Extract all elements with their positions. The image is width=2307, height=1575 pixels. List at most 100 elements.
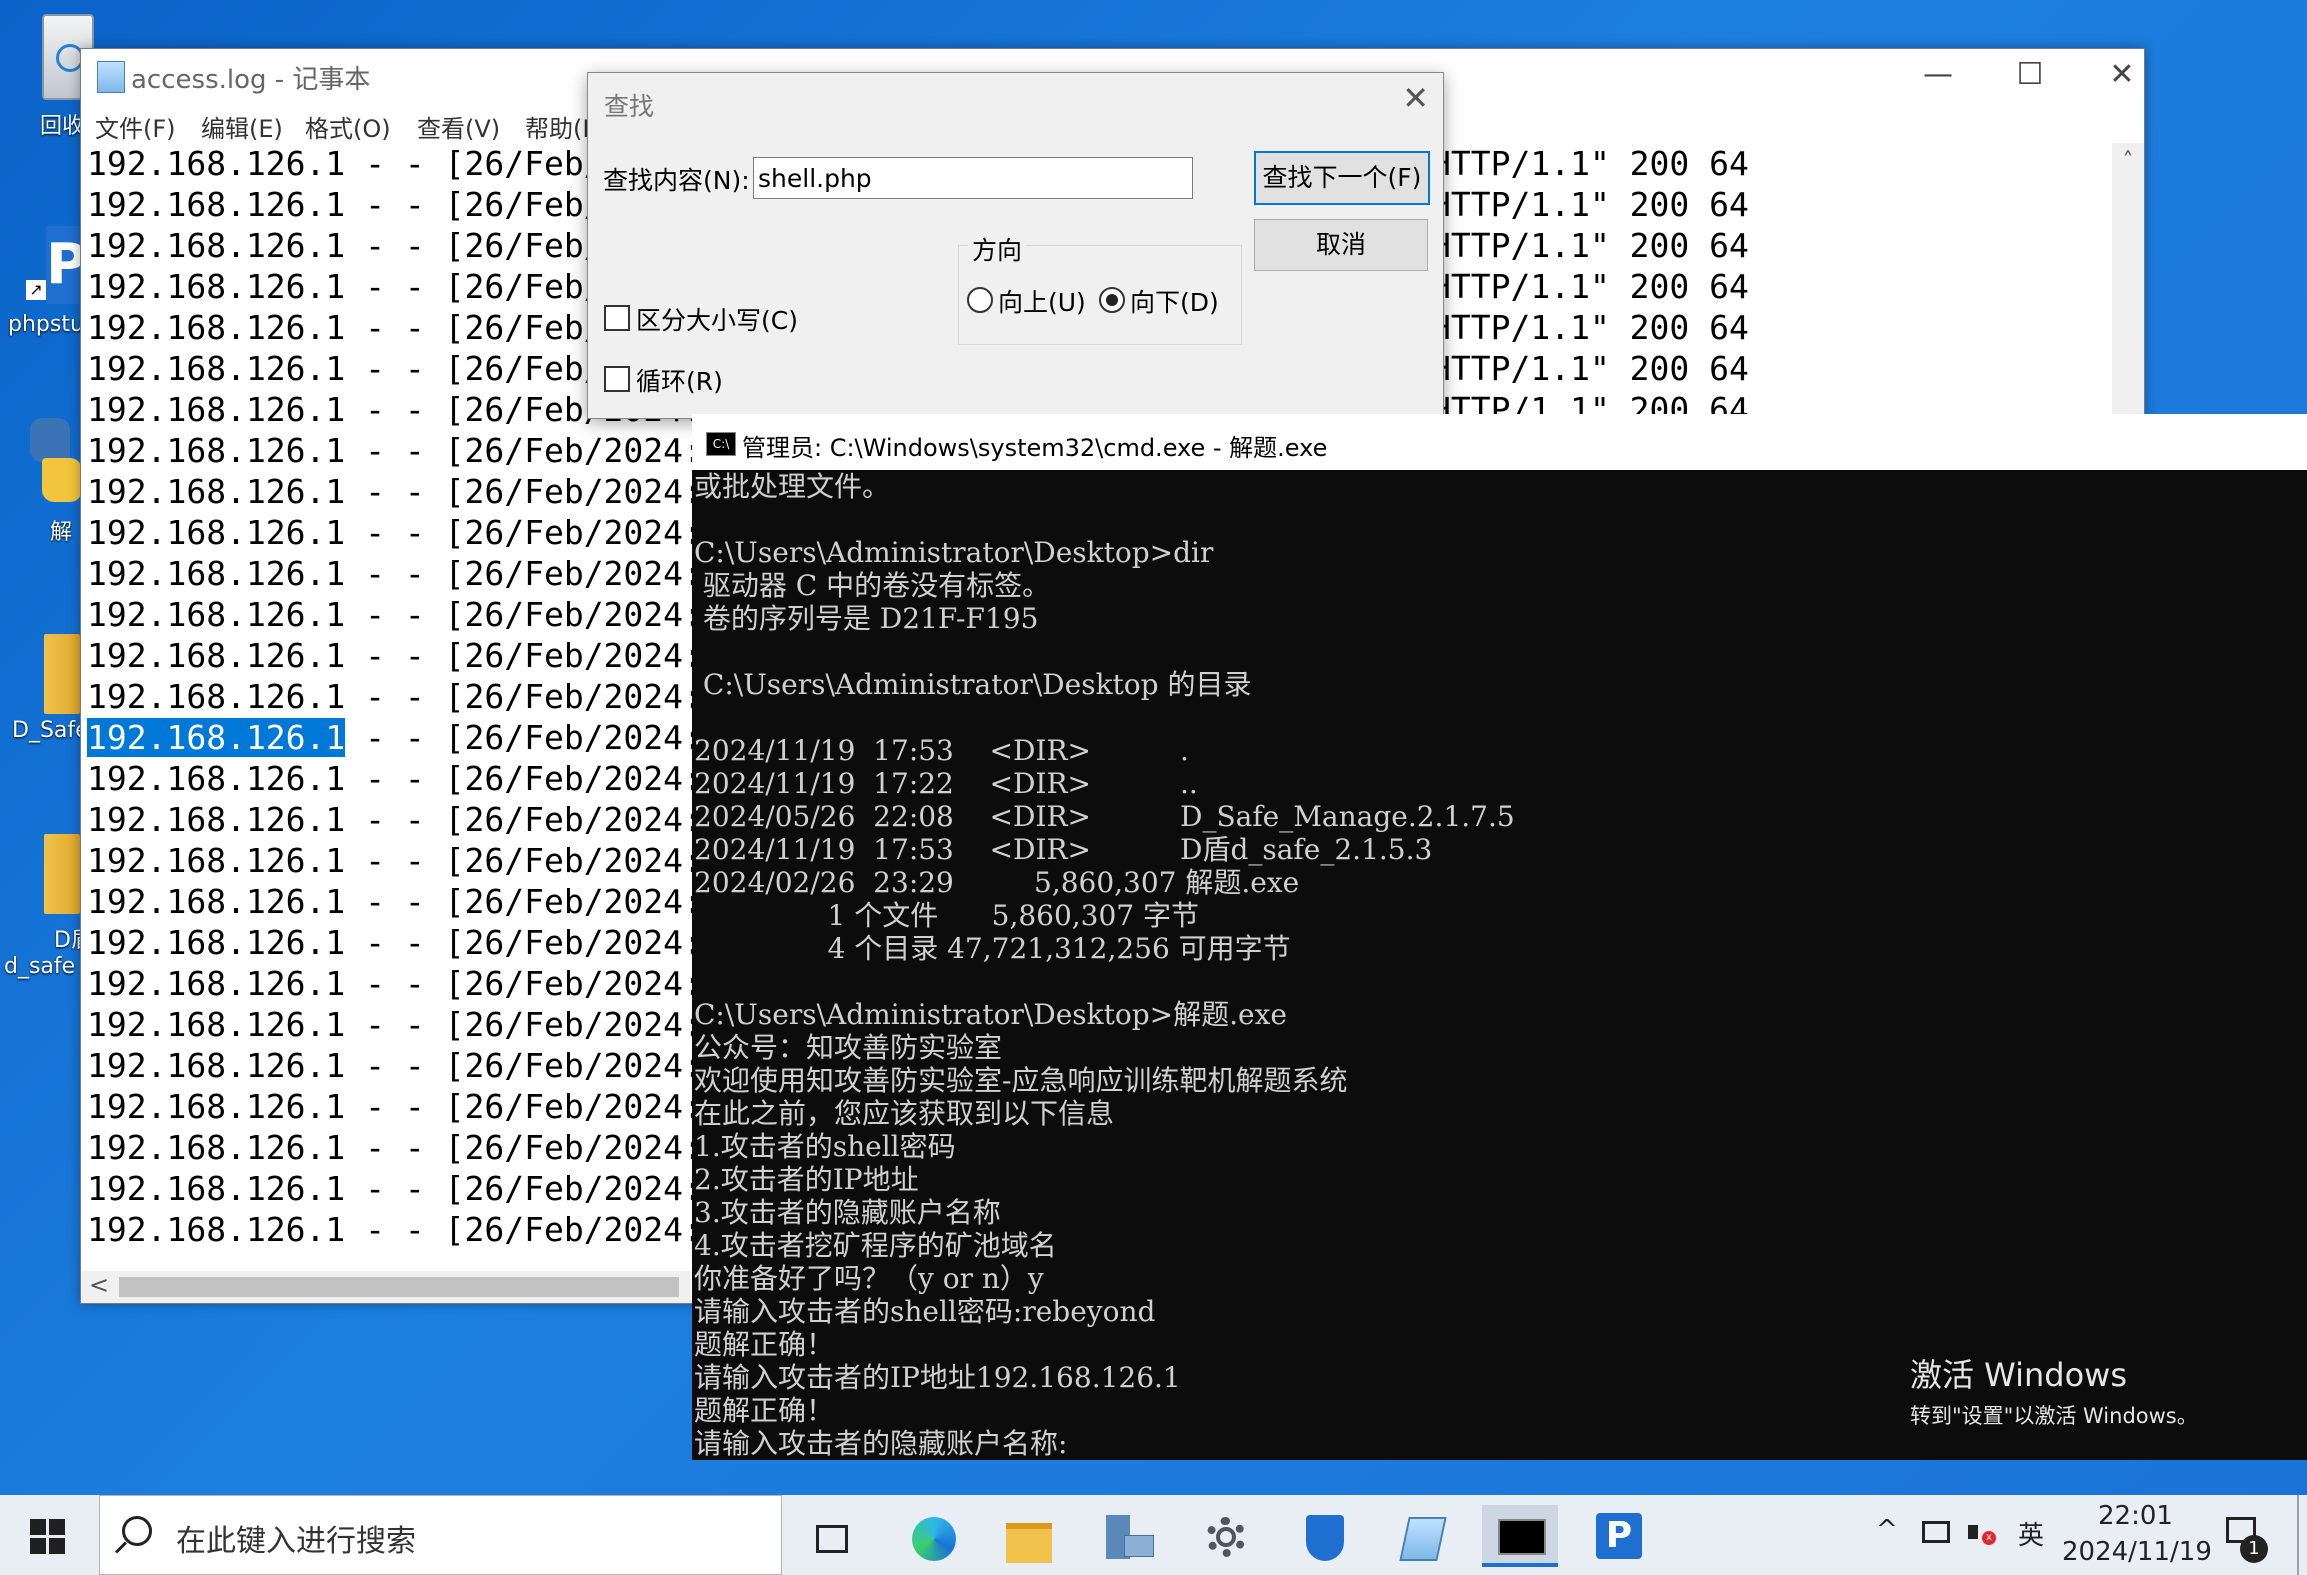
console-line: 4 个目录 47,721,312,256 可用字节	[694, 932, 1291, 965]
log-ip: 192.168.126.1	[87, 1169, 346, 1208]
activate-subtitle: 转到"设置"以激活 Windows。	[1910, 1404, 2198, 1428]
close-icon[interactable]: ✕	[1402, 79, 1429, 117]
log-ip: 192.168.126.1	[87, 923, 346, 962]
log-ip: 192.168.126.1	[87, 636, 346, 675]
ime-indicator[interactable]: 英	[2018, 1515, 2044, 1552]
log-ip: 192.168.126.1	[87, 472, 346, 511]
find-what-label: 查找内容(N):	[603, 166, 750, 195]
scroll-left-icon[interactable]: <	[89, 1271, 109, 1299]
wrap-around-checkbox[interactable]	[604, 366, 630, 392]
log-ip: 192.168.126.1	[87, 677, 346, 716]
console-line: 2024/11/19 17:53 <DIR> .	[694, 734, 1189, 767]
log-ip: 192.168.126.1	[87, 431, 346, 470]
cmd-window[interactable]: C:\ 管理员: C:\Windows\system32\cmd.exe - 解…	[692, 414, 2307, 1460]
search-icon	[122, 1516, 152, 1546]
notepad-app-icon	[97, 61, 125, 93]
folder-icon	[44, 634, 80, 714]
log-ip: 192.168.126.1	[87, 390, 346, 429]
show-desktop-button[interactable]	[2297, 1495, 2299, 1575]
direction-label: 方向	[968, 231, 1027, 267]
direction-up-label[interactable]: 向上(U)	[998, 283, 1086, 319]
direction-down-radio[interactable]	[1099, 287, 1125, 313]
log-line-right-segment: HTTP/1.1" 200 64	[1431, 144, 1749, 183]
menu-edit[interactable]: 编辑(E)	[201, 109, 283, 144]
console-line: C:\Users\Administrator\Desktop 的目录	[694, 668, 1252, 701]
console-line: 欢迎使用知攻善防实验室-应急响应训练靶机解题系统	[694, 1064, 1348, 1097]
desktop-icon-label: 解	[50, 520, 73, 545]
desktop-icon-label: 回收	[40, 114, 85, 139]
volume-muted-icon[interactable]: x	[1968, 1519, 1996, 1547]
console-line: 1.攻击者的shell密码	[694, 1130, 956, 1163]
start-button[interactable]	[30, 1519, 66, 1555]
windows-logo-icon-part	[30, 1538, 46, 1554]
log-line-right-segment: HTTP/1.1" 200 64	[1431, 226, 1749, 265]
console-line: 你准备好了吗？（y or n）y	[694, 1262, 1044, 1295]
network-icon[interactable]	[1922, 1521, 1950, 1543]
match-case-checkbox[interactable]	[604, 305, 630, 331]
log-ip: 192.168.126.1	[87, 1210, 346, 1249]
log-line-right-segment: HTTP/1.1" 200 64	[1431, 349, 1749, 388]
cmd-taskbar-icon[interactable]	[1482, 1505, 1558, 1567]
log-ip: 192.168.126.1	[87, 882, 346, 921]
notepad-taskbar-icon[interactable]	[1384, 1505, 1460, 1567]
file-explorer-icon[interactable]	[992, 1505, 1068, 1567]
server-manager-icon[interactable]	[1090, 1505, 1166, 1567]
notification-count-badge: 1	[2240, 1535, 2268, 1563]
minimize-button[interactable]: —	[1892, 51, 1984, 99]
direction-up-radio[interactable]	[967, 287, 993, 313]
edge-icon[interactable]	[896, 1505, 972, 1567]
menu-view[interactable]: 查看(V)	[417, 109, 500, 144]
phpstudy-taskbar-icon[interactable]: P	[1580, 1505, 1656, 1567]
maximize-button[interactable]: ☐	[1984, 51, 2076, 99]
task-view-icon[interactable]	[794, 1505, 870, 1567]
log-ip: 192.168.126.1	[87, 185, 346, 224]
log-ip: 192.168.126.1	[87, 595, 346, 634]
direction-down-label[interactable]: 向下(D)	[1130, 283, 1219, 319]
find-what-input[interactable]	[753, 157, 1193, 199]
log-ip: 192.168.126.1	[87, 513, 346, 552]
console-line: 题解正确！	[694, 1394, 835, 1427]
console-line: 卷的序列号是 D21F-F195	[694, 602, 1039, 635]
wrap-around-label[interactable]: 循环(R)	[636, 362, 723, 398]
find-dialog[interactable]: 查找 ✕ 查找内容(N): 查找下一个(F) 取消 方向 向上(U) 向下(D)…	[587, 72, 1444, 419]
console-line: 在此之前，您应该获取到以下信息	[694, 1097, 1115, 1130]
log-ip: 192.168.126.1	[87, 759, 346, 798]
clock-time[interactable]: 22:01	[2098, 1501, 2173, 1531]
horizontal-scrollbar[interactable]: <	[81, 1271, 691, 1303]
log-ip: 192.168.126.1	[87, 1087, 346, 1126]
console-line: C:\Users\Administrator\Desktop>解题.exe	[694, 998, 1287, 1031]
log-ip: 192.168.126.1	[87, 1046, 346, 1085]
cancel-button[interactable]: 取消	[1254, 219, 1428, 271]
log-ip: 192.168.126.1	[87, 349, 346, 388]
log-ip: 192.168.126.1	[87, 308, 346, 347]
log-ip: 192.168.126.1	[87, 1005, 346, 1044]
console-line: C:\Users\Administrator\Desktop>dir	[694, 536, 1214, 569]
taskbar-search-box[interactable]: 在此键入进行搜索	[99, 1495, 782, 1575]
menu-file[interactable]: 文件(F)	[95, 109, 176, 144]
menu-format[interactable]: 格式(O)	[305, 109, 391, 144]
match-case-label[interactable]: 区分大小写(C)	[636, 301, 798, 337]
cmd-title: 管理员: C:\Windows\system32\cmd.exe - 解题.ex…	[742, 434, 1328, 462]
windows-security-shield-icon[interactable]	[1286, 1505, 1362, 1567]
windows-logo-icon-part	[49, 1519, 65, 1535]
taskbar: 在此键入进行搜索 P ^ x 英 22:01 2024/11/19 1	[0, 1495, 2307, 1575]
console-line: 2024/11/19 17:53 <DIR> D盾d_safe_2.1.5.3	[694, 833, 1433, 866]
cmd-titlebar[interactable]: C:\ 管理员: C:\Windows\system32\cmd.exe - 解…	[692, 414, 2307, 470]
log-line-right-segment: HTTP/1.1" 200 64	[1431, 267, 1749, 306]
notepad-title: access.log - 记事本	[131, 65, 371, 95]
scrollbar-thumb[interactable]	[119, 1277, 679, 1297]
console-line: 2024/11/19 17:22 <DIR> ..	[694, 767, 1198, 800]
settings-gear-icon[interactable]	[1188, 1505, 1264, 1567]
cmd-console[interactable]: 或批处理文件。 C:\Users\Administrator\Desktop>di…	[692, 470, 2307, 1460]
desktop-icon-label: D_Safe	[12, 718, 89, 743]
console-line: 4.攻击者挖矿程序的矿池域名	[694, 1229, 1057, 1262]
log-ip: 192.168.126.1	[87, 226, 346, 265]
close-button[interactable]: ✕	[2076, 51, 2168, 99]
console-line: 公众号：知攻善防实验室	[694, 1031, 1003, 1064]
console-line: 请输入攻击者的shell密码:rebeyond	[694, 1295, 1156, 1328]
console-line: 2.攻击者的IP地址	[694, 1163, 919, 1196]
show-hidden-icons-chevron[interactable]: ^	[1876, 1515, 1898, 1545]
find-next-button[interactable]: 查找下一个(F)	[1254, 151, 1430, 205]
clock-date[interactable]: 2024/11/19	[2062, 1537, 2212, 1567]
scroll-up-icon[interactable]: ˄	[2112, 149, 2144, 174]
